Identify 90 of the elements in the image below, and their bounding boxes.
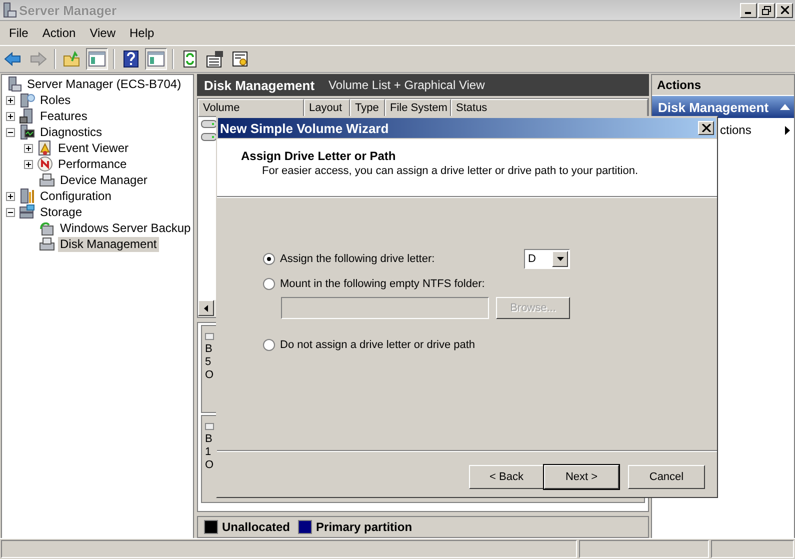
tree-item[interactable]: Performance [56,156,129,172]
expand-toggle[interactable] [6,112,15,120]
legend-label: Unallocated [222,520,290,534]
restore-icon [762,6,771,14]
dialog-button[interactable]: Next > [544,465,619,489]
radio-button[interactable] [263,253,275,265]
tree-item[interactable]: Features [38,108,90,124]
expand-toggle[interactable] [6,192,15,200]
view-label: Volume List + Graphical View [328,78,485,92]
minimize-button[interactable] [740,2,757,18]
menu-item[interactable]: Help [122,24,162,42]
dropdown-arrow-icon [556,257,564,261]
close-icon [780,6,788,14]
server-icon [19,108,35,124]
expand-toggle[interactable] [6,208,15,216]
back-icon [4,50,22,68]
expand-toggle[interactable] [6,128,15,136]
tree-item[interactable]: Roles [38,92,73,108]
menu-item[interactable]: View [82,24,122,42]
drive-letter-dropdown[interactable]: D [524,249,570,269]
actions-title: Actions [652,75,794,96]
column-header[interactable]: Layout [304,99,350,117]
expand-toggle[interactable] [24,160,33,168]
disk-label: O [205,369,214,382]
option-label[interactable]: Mount in the following empty NTFS folder: [280,278,485,290]
tree-item[interactable]: Device Manager [58,172,150,188]
window-icon [88,50,106,68]
server-icon [3,2,17,18]
toolbar-button[interactable] [204,48,226,70]
disk-label: O [205,459,214,472]
properties-icon [206,50,224,68]
server-icon [19,204,35,220]
menu-item[interactable]: Action [35,24,83,42]
dialog-button[interactable]: Cancel [628,465,705,489]
server-icon [19,188,35,204]
restore-button[interactable] [758,2,775,18]
radio-button[interactable] [263,278,275,290]
backup-icon [39,220,55,236]
refresh-icon [181,50,199,68]
list-icon [231,50,249,68]
tree-item[interactable]: Configuration [38,188,114,204]
tree-item[interactable]: Server Manager (ECS-B704) [25,76,184,92]
left-arrow-icon [204,304,208,312]
disk-label: 1 [205,446,212,459]
server-icon [6,76,22,92]
dialog-title: New Simple Volume Wizard [220,120,389,136]
drive-icon [201,118,217,128]
column-header[interactable]: Type [350,99,385,117]
computer-icon [39,172,55,188]
dialog-button[interactable]: < Back [469,465,544,489]
drive-icon [201,132,217,142]
close-icon [702,124,710,132]
actions-section[interactable]: Disk Management [652,96,794,118]
option-label[interactable]: Assign the following drive letter: [280,253,435,265]
server-icon [19,92,35,108]
forward-icon [29,50,47,68]
help-icon [122,50,140,68]
folder-path-field[interactable] [281,297,489,319]
page-description: For easier access, you can assign a drive letter or drive path to your partition. [262,165,640,177]
radio-button[interactable] [263,339,275,351]
page-heading: Assign Drive Letter or Path [241,149,397,163]
actions-pane-link[interactable]: ctions [720,123,752,137]
window-icon [147,50,165,68]
column-header[interactable]: Status [451,99,648,117]
option-label[interactable]: Do not assign a drive letter or drive path [280,339,476,351]
scroll-left-button[interactable] [198,300,214,316]
tree-item[interactable]: Storage [38,204,84,220]
collapse-icon [780,104,790,110]
tree-item[interactable]: Diagnostics [38,124,104,140]
computer-icon [39,236,55,252]
menu-item[interactable]: File [2,24,36,42]
close-button[interactable] [698,121,714,135]
expand-toggle[interactable] [6,96,15,104]
disk-label: 5 [205,356,212,369]
expand-toggle[interactable] [24,144,33,152]
tree-item[interactable]: Disk Management [58,236,159,252]
disk-label: B [205,433,212,446]
gauge-icon [37,156,53,172]
close-button[interactable] [776,2,793,18]
tree-item[interactable]: Windows Server Backup [58,220,193,236]
folder-icon [63,50,81,68]
column-header[interactable]: File System [385,99,451,117]
log-icon [37,140,53,156]
legend-label: Primary partition [316,520,412,534]
tree-item[interactable]: Event Viewer [56,140,130,156]
server-icon [19,124,35,140]
column-header[interactable]: Volume [198,99,304,117]
disk-label: B [205,343,212,356]
window-title: Server Manager [19,2,117,18]
panel-title: Disk Management [204,78,315,92]
